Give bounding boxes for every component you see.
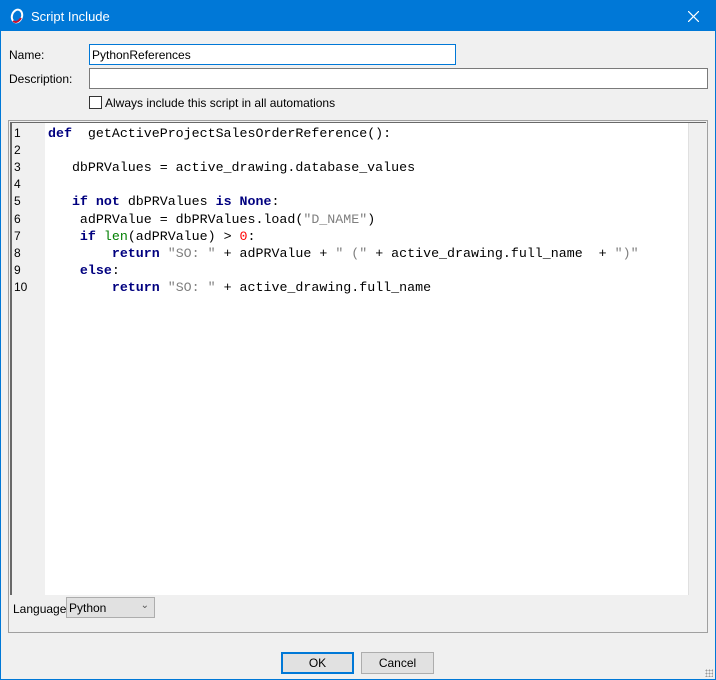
code-token: "D_NAME" bbox=[303, 211, 368, 227]
line-number: 7 bbox=[14, 228, 21, 243]
line-number: 9 bbox=[14, 262, 21, 277]
code-token: return bbox=[111, 245, 160, 261]
code-token: getActiveProjectSalesOrderReference(): bbox=[71, 126, 392, 141]
code-token: ) bbox=[367, 211, 376, 227]
code-token: "SO: " bbox=[167, 245, 216, 261]
code-line: def getActiveProjectSalesOrderReference(… bbox=[48, 125, 391, 142]
code-token: if bbox=[79, 228, 96, 244]
cancel-button[interactable]: Cancel bbox=[361, 652, 434, 674]
code-token: + adPRValue + bbox=[215, 245, 336, 261]
always-include-checkbox[interactable] bbox=[89, 96, 102, 109]
always-include-label[interactable]: Always include this script in all automa… bbox=[105, 96, 335, 110]
description-input[interactable] bbox=[89, 68, 708, 89]
code-token: dbPRValues = active_drawing.database_val… bbox=[48, 160, 416, 176]
title-bar: Script Include bbox=[1, 1, 715, 31]
script-panel: 1 def getActiveProjectSalesOrderReference… bbox=[8, 120, 708, 633]
code-token: (adPRValue) > bbox=[127, 228, 240, 244]
line-number: 1 bbox=[14, 126, 21, 140]
code-token: len bbox=[103, 228, 128, 244]
resize-grip-icon[interactable] bbox=[705, 669, 713, 677]
name-input[interactable] bbox=[89, 44, 456, 65]
code-token: " (" bbox=[335, 245, 368, 261]
description-label: Description: bbox=[9, 72, 73, 86]
code-token: return bbox=[111, 279, 160, 295]
language-label: Language bbox=[13, 602, 67, 616]
code-token: is None bbox=[215, 194, 272, 210]
code-line: else: bbox=[48, 262, 120, 279]
ok-button[interactable]: OK bbox=[281, 652, 354, 674]
code-line: return "SO: " + active_drawing.full_name bbox=[48, 279, 431, 296]
code-line: return "SO: " + adPRValue + " (" + activ… bbox=[48, 245, 639, 262]
language-selected: Python bbox=[69, 601, 107, 615]
code-token: if not bbox=[71, 194, 120, 210]
line-number: 4 bbox=[14, 177, 21, 192]
code-token: adPRValue = dbPRValues.load( bbox=[48, 211, 304, 227]
line-number: 10 bbox=[14, 279, 28, 294]
code-line: adPRValue = dbPRValues.load("D_NAME") bbox=[48, 211, 375, 228]
close-icon bbox=[687, 10, 699, 22]
line-number: 5 bbox=[14, 194, 21, 209]
code-token: "SO: " bbox=[167, 279, 216, 295]
script-include-dialog: Script Include Name: Description: Always… bbox=[1, 1, 715, 679]
app-logo-icon bbox=[10, 8, 24, 24]
code-token: : bbox=[111, 262, 120, 278]
code-editor[interactable]: 1 def getActiveProjectSalesOrderReference… bbox=[10, 122, 706, 595]
code-token: else bbox=[79, 262, 112, 278]
window-title: Script Include bbox=[31, 9, 110, 24]
code-token: def bbox=[48, 126, 72, 141]
code-token: + active_drawing.full_name bbox=[215, 279, 432, 295]
name-label: Name: bbox=[9, 48, 45, 62]
code-token: ")" bbox=[614, 245, 639, 261]
code-token: 0 bbox=[239, 228, 248, 244]
code-line: dbPRValues = active_drawing.database_val… bbox=[48, 159, 415, 176]
line-number: 6 bbox=[14, 211, 21, 226]
code-token: : bbox=[271, 194, 280, 210]
code-token: : bbox=[247, 228, 256, 244]
code-token: dbPRValues bbox=[119, 194, 216, 210]
vertical-scrollbar[interactable] bbox=[688, 123, 706, 595]
line-number: 8 bbox=[14, 245, 21, 260]
code-token: + active_drawing.full_name + bbox=[367, 245, 615, 261]
chevron-down-icon: ⌄ bbox=[140, 600, 149, 611]
line-number: 3 bbox=[14, 160, 21, 175]
code-line: if len(adPRValue) > 0: bbox=[48, 228, 256, 245]
code-line: if not dbPRValues is None: bbox=[48, 193, 280, 210]
line-number: 2 bbox=[14, 143, 21, 158]
language-select[interactable]: Python ⌄ bbox=[66, 597, 155, 618]
close-button[interactable] bbox=[671, 1, 715, 31]
